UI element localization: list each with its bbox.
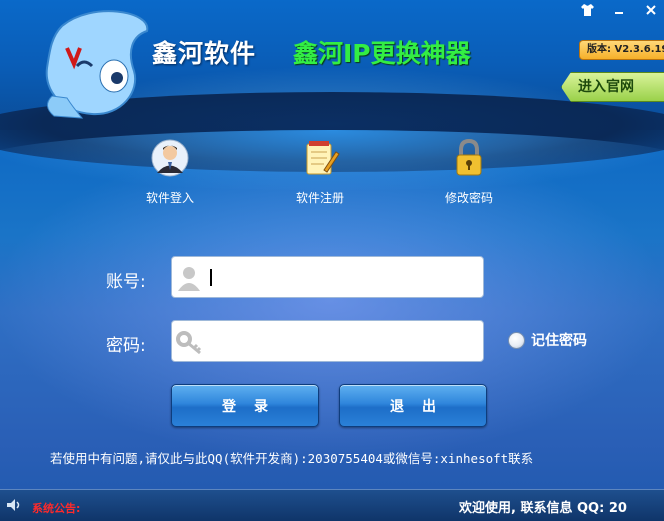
padlock-icon: [456, 138, 482, 176]
status-bar: 系统公告: 欢迎使用, 联系信息 QQ: 20: [0, 489, 664, 521]
skin-icon[interactable]: [580, 3, 594, 17]
account-label: 账号:: [106, 272, 146, 292]
announcement-marquee: 欢迎使用, 联系信息 QQ: 20: [459, 501, 627, 516]
app-name: 鑫河软件: [152, 39, 257, 68]
support-notice: 若使用中有问题,请仅此与此QQ(软件开发商):2030755404或微信号:xi…: [50, 451, 534, 466]
nav-change-password[interactable]: 修改密码: [424, 138, 514, 206]
speaker-icon: [7, 499, 20, 511]
login-window: 鑫河软件 鑫河IP更换神器 版本: V2.3.6.19 进入官网 软件登入 软件…: [0, 0, 664, 521]
account-field[interactable]: [171, 256, 484, 298]
nav-login-label: 软件登入: [145, 191, 194, 205]
product-title: 鑫河IP更换神器: [293, 39, 471, 68]
nav-login[interactable]: 软件登入: [125, 138, 215, 206]
remember-label: 记住密码: [531, 333, 587, 349]
remember-radio[interactable]: [508, 331, 525, 349]
minimize-icon[interactable]: [612, 3, 626, 17]
nav-register-label: 软件注册: [295, 191, 344, 205]
exit-button[interactable]: 退出: [339, 384, 487, 427]
website-button[interactable]: 进入官网: [561, 72, 664, 102]
nav-register[interactable]: 软件注册: [275, 138, 365, 206]
remember-password-toggle[interactable]: 记住密码: [508, 330, 587, 350]
text-cursor: [210, 269, 212, 286]
version-badge: 版本: V2.3.6.19: [579, 40, 664, 60]
window-controls: [580, 3, 658, 17]
announcement-label: 系统公告:: [32, 502, 81, 515]
close-icon[interactable]: [644, 3, 658, 17]
password-input[interactable]: [208, 329, 480, 355]
login-button[interactable]: 登录: [171, 384, 319, 427]
notepad-pencil-icon: [306, 141, 340, 175]
user-silhouette-icon: [178, 267, 200, 291]
account-input[interactable]: [208, 265, 480, 291]
user-avatar-icon: [151, 139, 189, 177]
water-drop-mascot-icon: [45, 10, 149, 119]
key-icon: [176, 331, 202, 355]
password-label: 密码:: [106, 336, 146, 356]
password-field[interactable]: [171, 320, 484, 362]
nav-change-password-label: 修改密码: [444, 191, 493, 205]
